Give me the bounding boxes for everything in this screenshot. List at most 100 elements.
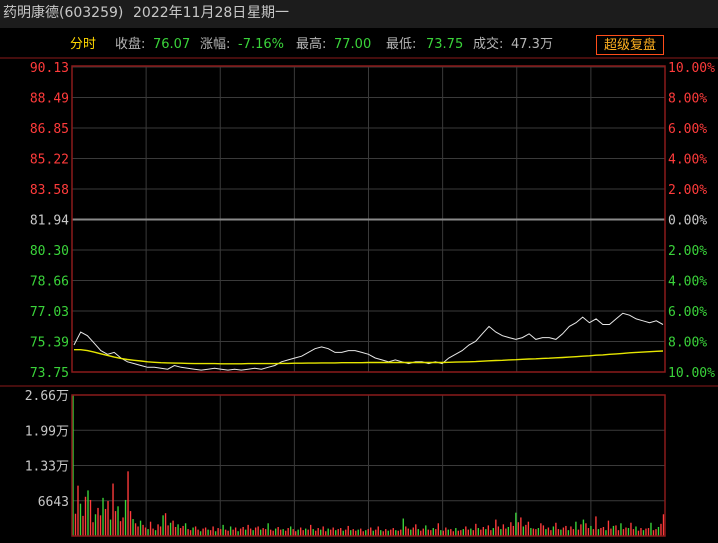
volume-bar [274, 528, 277, 536]
volume-bar [370, 527, 372, 536]
volume-bar [320, 529, 322, 536]
volume-bar [502, 524, 505, 536]
volume-bar [552, 526, 555, 536]
volume-bar [159, 526, 162, 536]
volume-bar [117, 506, 119, 536]
price-tick-label: 77.03 [30, 305, 69, 320]
volume-bar [435, 529, 437, 536]
volume-bar [179, 528, 182, 536]
volume-bar [622, 529, 625, 536]
volume-bar [397, 530, 399, 536]
volume-bar [620, 523, 622, 536]
volume-bar [535, 529, 537, 536]
volume-bar [475, 523, 477, 536]
volume-bar [657, 526, 660, 536]
volume-bar [232, 529, 234, 536]
volume-bar [154, 530, 157, 536]
volume-bar [587, 528, 590, 536]
volume-bar [492, 528, 495, 536]
volume-bar [590, 525, 592, 536]
volume-bar [537, 528, 540, 536]
volume-bar [597, 529, 600, 536]
price-tick-label: 81.94 [30, 214, 69, 229]
volume-bar [477, 528, 480, 536]
price-tick-label: 73.75 [30, 366, 69, 381]
volume-bar [247, 524, 249, 536]
volume-bar [149, 521, 152, 536]
volume-bar [642, 530, 645, 536]
volume-bar [272, 530, 274, 536]
volume-bar [347, 525, 349, 536]
volume-bar [457, 530, 460, 536]
volume-bar [600, 528, 602, 536]
volume-bar [565, 525, 567, 536]
volume-bar [197, 529, 199, 536]
percent-tick-label: 4.00% [668, 153, 707, 168]
volume-bar [575, 521, 577, 536]
volume-bar [365, 530, 367, 536]
volume-bar [495, 519, 497, 536]
price-tick-label: 85.22 [30, 153, 69, 168]
volume-bar [455, 528, 457, 536]
volume-bar [377, 526, 379, 536]
volume-bar [412, 527, 414, 536]
volume-bar [570, 526, 572, 536]
volume-bar [500, 529, 502, 536]
volume-bar [222, 524, 224, 536]
volume-bar [242, 526, 244, 536]
volume-bar [330, 529, 332, 536]
volume-bar [595, 516, 597, 536]
volume-bar [460, 530, 462, 536]
volume-tick-label: 1.33万 [25, 460, 69, 475]
volume-bar [542, 525, 545, 536]
volume-bar [357, 529, 359, 536]
volume-bar [322, 526, 324, 536]
volume-bar [229, 526, 232, 536]
volume-bar [89, 499, 92, 536]
volume-bar [124, 499, 127, 536]
volume-bar [560, 529, 562, 536]
percent-tick-label: 8.00% [668, 336, 707, 351]
volume-bar [427, 529, 429, 536]
percent-tick-label: 6.00% [668, 122, 707, 137]
volume-bar [109, 519, 112, 536]
volume-bar [390, 529, 392, 536]
volume-bar [249, 528, 252, 536]
volume-bar [422, 528, 424, 536]
volume-bar [169, 522, 172, 536]
volume-bar [209, 530, 212, 536]
volume-bar [445, 527, 447, 536]
volume-bar [244, 529, 247, 536]
volume-bar [277, 526, 279, 536]
volume-bar [650, 522, 652, 536]
volume-bar [269, 529, 272, 536]
volume-bar [162, 515, 164, 536]
volume-bar [315, 530, 317, 536]
volume-bar [312, 529, 314, 536]
volume-bar [327, 528, 329, 536]
volume-bar [387, 530, 389, 536]
volume-bar [505, 528, 507, 536]
volume-bar [192, 527, 194, 536]
volume-bar [410, 529, 412, 536]
volume-bar [139, 520, 142, 536]
volume-bar [172, 520, 174, 536]
volume-bar [432, 528, 434, 536]
volume-bar [515, 512, 517, 536]
volume-bar [572, 529, 575, 536]
volume-bar [84, 496, 87, 536]
volume-bar [202, 528, 204, 536]
volume-bar [219, 529, 222, 536]
volume-bar [507, 526, 510, 536]
volume-bar [392, 528, 394, 536]
volume-bar [497, 526, 500, 536]
volume-bar [187, 529, 189, 536]
volume-bar [212, 526, 214, 536]
volume-bar [582, 519, 585, 536]
volume-bar [482, 526, 485, 536]
volume-bar [577, 529, 580, 536]
volume-bar [134, 523, 137, 536]
volume-bar [189, 530, 192, 536]
volume-bar [467, 529, 470, 536]
volume-bar [310, 524, 312, 536]
